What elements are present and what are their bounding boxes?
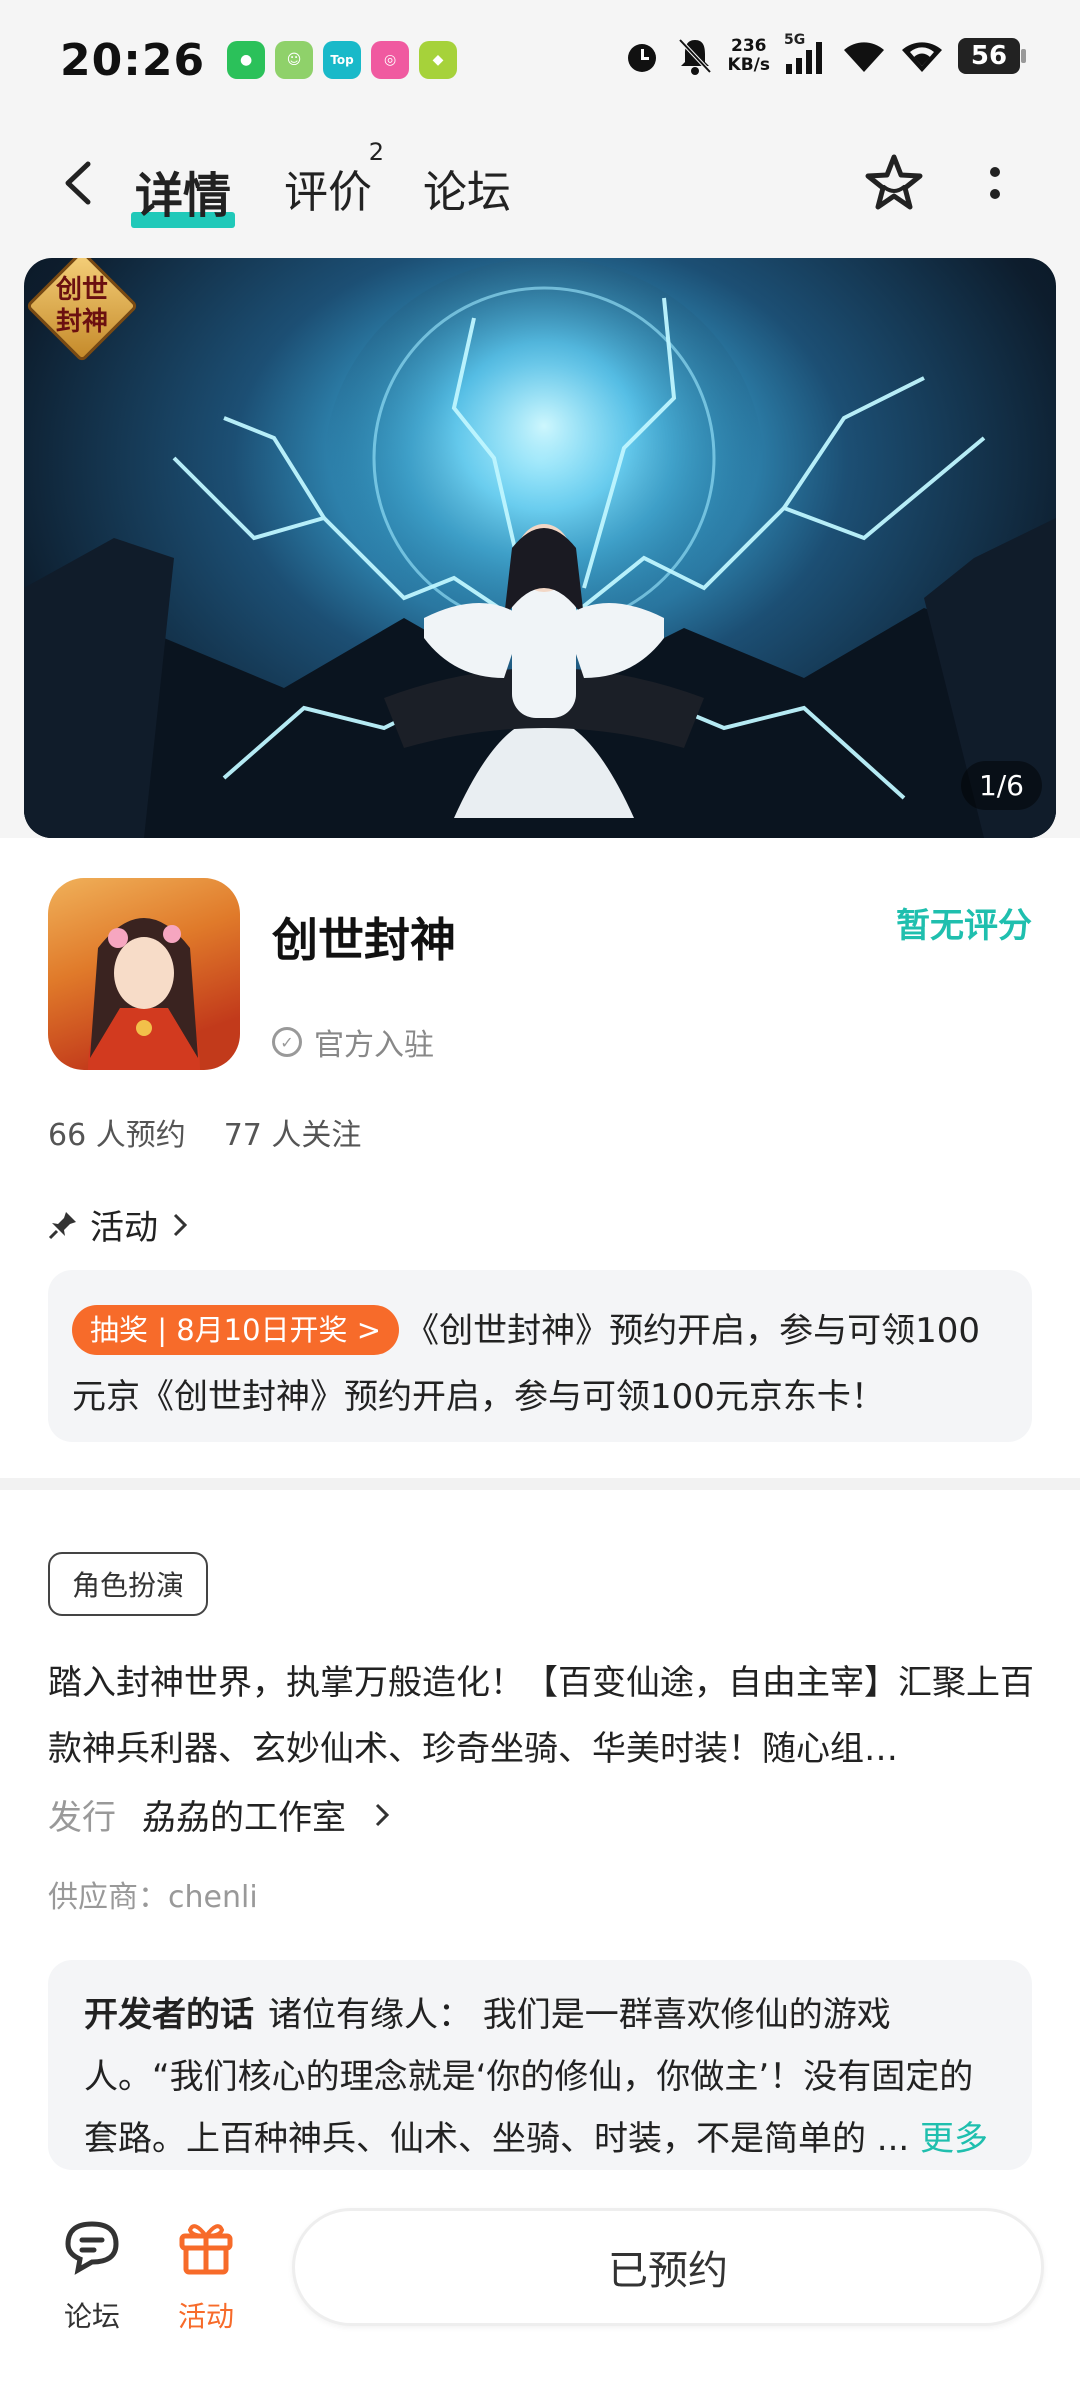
follower-count: 77 人关注 — [223, 1118, 362, 1153]
back-arrow-icon[interactable] — [58, 158, 98, 208]
tab-details-label: 详情 — [135, 168, 232, 224]
tab-reviews[interactable]: 评价 2 — [284, 138, 384, 220]
bottom-activity-button[interactable]: 活动 — [166, 2214, 246, 2335]
favorite-star-icon[interactable] — [862, 152, 926, 216]
publisher-name: 劦劦的工作室 — [142, 1798, 346, 1838]
banner-artwork — [24, 258, 1056, 838]
net-speed-value: 236 — [731, 36, 767, 56]
section-divider — [0, 1478, 1080, 1490]
status-time: 20:26 — [60, 34, 206, 86]
supplier-info: 供应商：chenli — [48, 1880, 258, 1915]
camera-app-icon: ◎ — [371, 41, 410, 79]
genre-tag[interactable]: 角色扮演 — [48, 1552, 209, 1616]
chevron-right-icon — [173, 1213, 188, 1236]
reservation-count: 66 人预约 — [48, 1118, 186, 1153]
publisher-label: 发行 — [48, 1798, 116, 1838]
bottom-activity-label: 活动 — [177, 2300, 234, 2333]
official-label: 官方入驻 — [314, 1028, 434, 1063]
signal-icon: 5G — [784, 32, 828, 76]
developer-note-title: 开发者的话 — [84, 1995, 254, 2035]
gift-icon — [179, 2224, 233, 2275]
tab-forum[interactable]: 论坛 — [423, 156, 511, 220]
wifi-icon-2 — [902, 42, 942, 72]
system-icons: 236 KB/s 5G 56 — [622, 32, 1026, 76]
reserved-button[interactable]: 已预约 — [292, 2208, 1044, 2326]
tab-reviews-label: 评价 — [284, 167, 372, 218]
description-card: 角色扮演 踏入封神世界，执掌万般造化！【百变仙途，自由主宰】汇聚上百款神兵利器、… — [0, 1490, 1080, 2210]
lottery-tag[interactable]: 抽奖 | 8月10日开奖 > — [72, 1305, 400, 1355]
bottom-action-bar: 论坛 活动 已预约 — [0, 2190, 1080, 2400]
reviews-count-badge: 2 — [368, 138, 384, 166]
app-icon: ☺ — [275, 41, 314, 79]
activity-heading: 活动 — [90, 1208, 158, 1248]
tab-forum-label: 论坛 — [423, 167, 511, 218]
notification-icons: ● ☺ Top ◎ ◆ — [227, 41, 458, 79]
net-speed-unit: KB/s — [727, 55, 770, 75]
verified-check-icon: ✓ — [272, 1027, 302, 1057]
game-logo-text: 创世封神 — [55, 275, 108, 337]
chat-bubble-icon — [65, 2221, 119, 2275]
activity-section-header[interactable]: 活动 — [48, 1200, 190, 1249]
screenshot-carousel[interactable]: 创世封神 1/6 — [24, 258, 1056, 838]
activity-card[interactable]: 抽奖 | 8月10日开奖 > 《创世封神》预约开启，参与可领100元京《创世封神》… — [48, 1270, 1032, 1442]
developer-note-card[interactable]: 开发者的话 诸位有缘人： 我们是一群喜欢修仙的游戏人。“我们核心的理念就是‘你的修… — [48, 1960, 1032, 2170]
tab-details[interactable]: 详情 — [131, 156, 236, 228]
wechat-icon: ● — [227, 41, 266, 79]
game-app-icon: ◆ — [419, 41, 458, 79]
status-bar: 20:26 ● ☺ Top ◎ ◆ 236 KB/s 5G 56 — [0, 0, 1080, 120]
app-info-card: 创世封神 ✓ 官方入驻 暂无评分 66 人预约 77 人关注 活动 抽奖 | 8… — [0, 838, 1080, 1478]
more-link[interactable]: 更多 — [920, 2119, 988, 2159]
description-text[interactable]: 踏入封神世界，执掌万般造化！【百变仙途，自由主宰】汇聚上百款神兵利器、玄妙仙术、… — [48, 1650, 1034, 1782]
official-badge: ✓ 官方入驻 — [272, 1020, 434, 1064]
rating-status: 暂无评分 — [896, 906, 1032, 946]
carousel-page-indicator: 1/6 — [960, 761, 1042, 810]
app-stats: 66 人预约 77 人关注 — [48, 1110, 361, 1154]
pin-icon — [48, 1211, 76, 1239]
top-nav: 详情 评价 2 论坛 — [0, 130, 1080, 240]
app-icon-image — [48, 878, 240, 1070]
publisher-row[interactable]: 发行 劦劦的工作室 — [48, 1790, 392, 1839]
more-options-icon[interactable] — [980, 160, 1010, 210]
app-title: 创世封神 — [272, 913, 456, 967]
chevron-right-icon — [375, 1803, 390, 1826]
topbuzz-icon: Top — [323, 41, 362, 79]
alarm-icon — [627, 44, 656, 72]
battery-indicator: 56 — [958, 38, 1026, 74]
bottom-forum-label: 论坛 — [63, 2300, 120, 2333]
bottom-forum-button[interactable]: 论坛 — [52, 2214, 132, 2335]
wifi-icon — [844, 42, 884, 72]
mute-icon — [678, 38, 711, 75]
net-speed: 236 KB/s — [728, 37, 770, 75]
